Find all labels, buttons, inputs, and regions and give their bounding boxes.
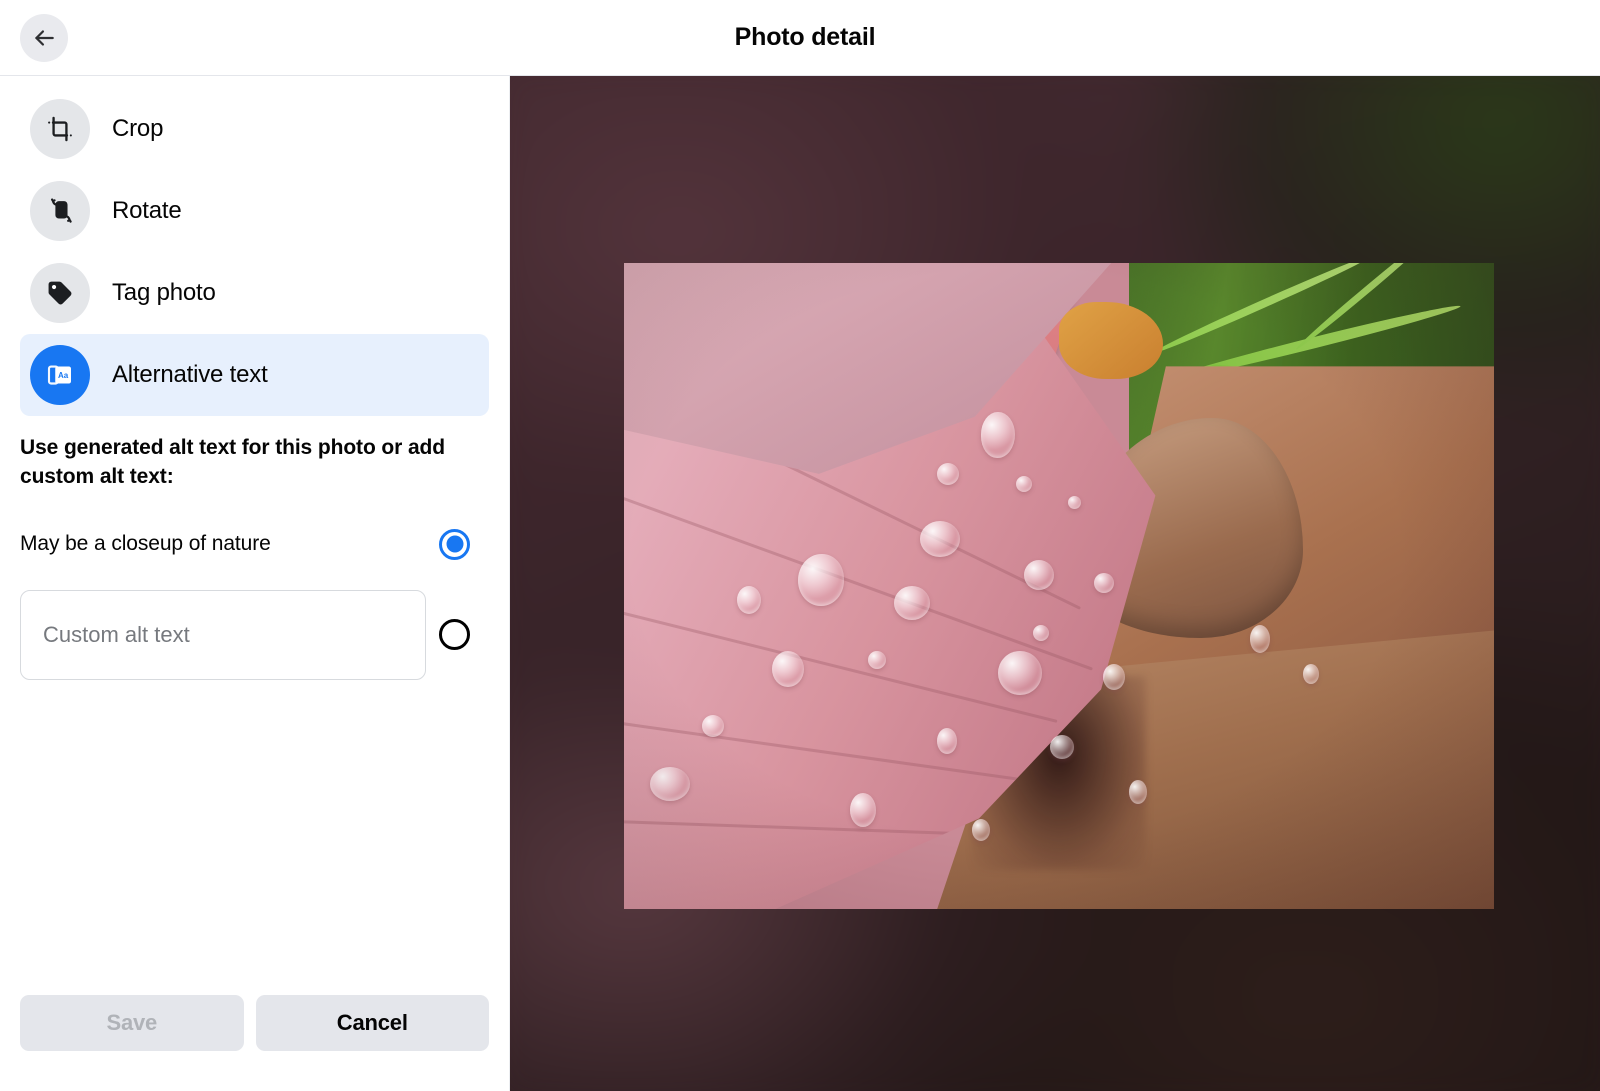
cancel-button[interactable]: Cancel [255,995,489,1051]
generated-alt-text-row[interactable]: May be a closeup of nature [20,528,489,560]
photo-image [624,263,1494,909]
photo-detail-dialog: Photo detail Crop Rotate Tag photo Aa Al… [0,0,1600,1091]
sidebar-item-rotate[interactable]: Rotate [20,170,489,252]
edit-tools-sidebar: Crop Rotate Tag photo Aa Alternative tex… [0,76,510,1091]
crop-icon [30,99,90,159]
dialog-header: Photo detail [0,0,1600,76]
generated-alt-text-label: May be a closeup of nature [20,532,271,556]
sidebar-item-tag-photo[interactable]: Tag photo [20,252,489,334]
sidebar-item-label-alternative-text: Alternative text [112,361,268,388]
custom-alt-text-row[interactable] [20,589,489,680]
alt-text-description: Use generated alt text for this photo or… [20,436,445,488]
generated-alt-text-radio[interactable] [439,528,470,560]
custom-alt-text-input[interactable] [20,589,426,680]
photo-viewer [510,76,1600,1091]
sidebar-item-label-crop: Crop [112,115,164,142]
dialog-body: Crop Rotate Tag photo Aa Alternative tex… [0,76,1600,1091]
save-button[interactable]: Save [20,995,244,1051]
svg-text:Aa: Aa [58,371,69,380]
sidebar-item-alternative-text[interactable]: Aa Alternative text [20,334,489,416]
edit-tools-menu: Crop Rotate Tag photo Aa Alternative tex… [0,76,509,416]
sidebar-item-label-tag-photo: Tag photo [112,279,216,306]
tag-icon [30,263,90,323]
photo-frame[interactable] [624,263,1494,909]
sidebar-item-label-rotate: Rotate [112,197,182,224]
page-title: Photo detail [734,23,876,51]
arrow-left-icon [31,25,57,51]
back-button[interactable] [20,14,68,62]
sidebar-item-crop[interactable]: Crop [20,88,489,170]
photo-layer-vignette [624,263,1494,909]
dialog-footer: Save Cancel [0,995,509,1091]
custom-alt-text-radio[interactable] [439,619,470,651]
rotate-icon [30,181,90,241]
alt-text-section: Use generated alt text for this photo or… [0,416,509,680]
alt-text-icon: Aa [30,345,90,405]
